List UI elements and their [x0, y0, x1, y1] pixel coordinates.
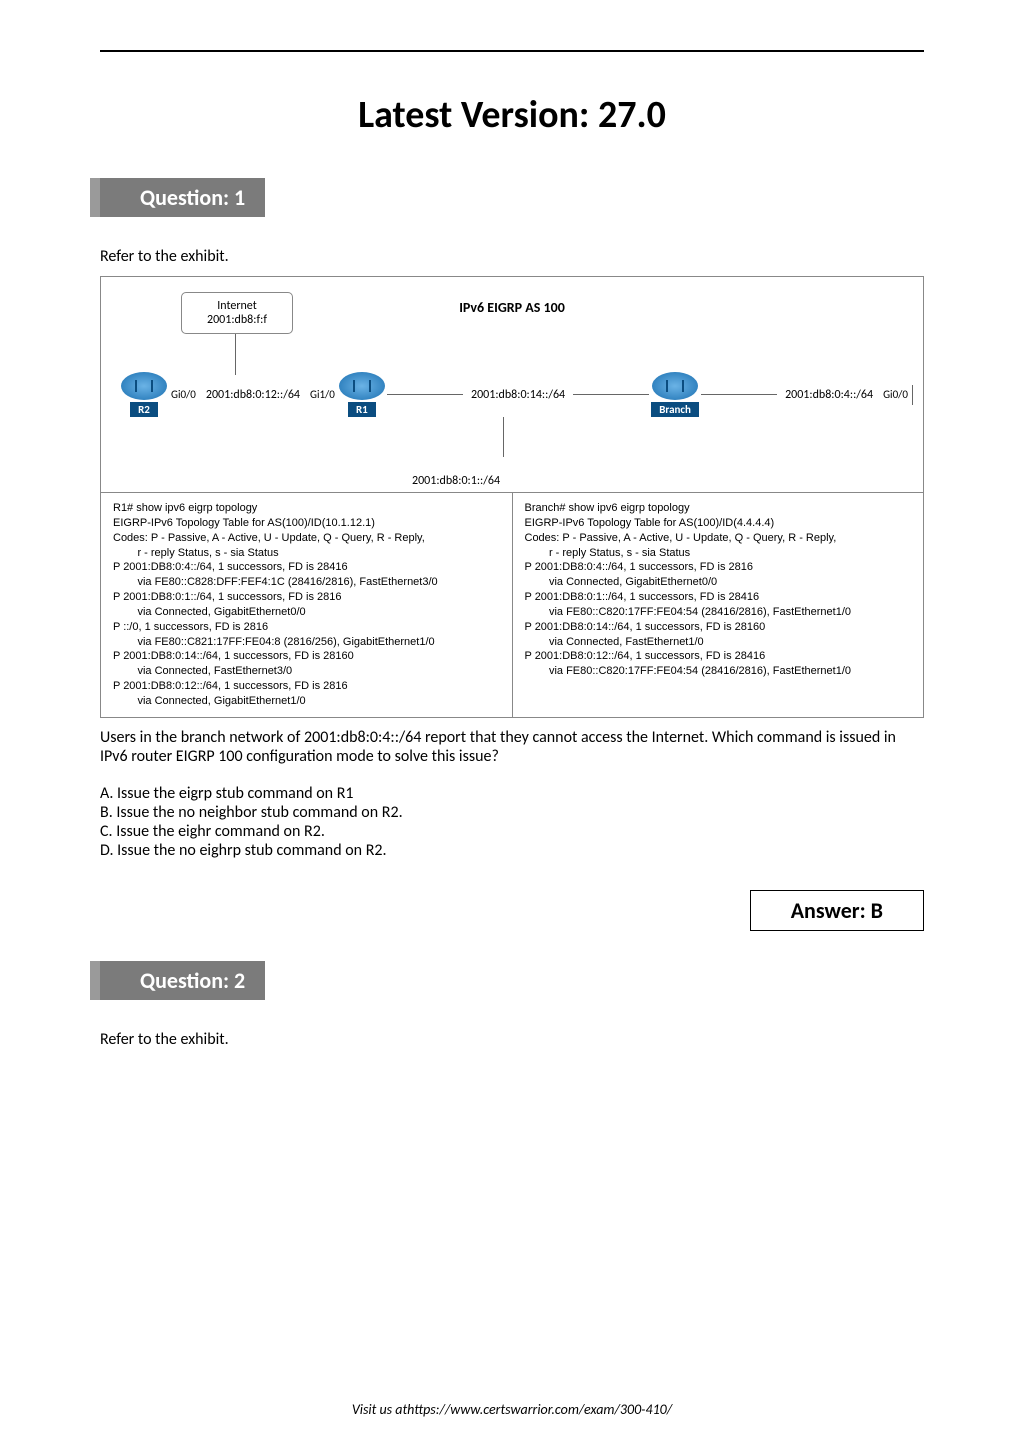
internet-box: Internet 2001:db8:f:f — [181, 292, 293, 334]
link-line — [387, 394, 463, 395]
net-r1-branch: 2001:db8:0:14::/64 — [471, 388, 565, 402]
branch-if-right: Gi0/0 — [883, 388, 908, 401]
q1-options: A. Issue the eigrp stub command on R1 B.… — [100, 784, 924, 860]
router-icon — [652, 372, 698, 400]
link-line — [701, 394, 777, 395]
q1-intro: Refer to the exhibit. — [100, 247, 924, 266]
cli-line: P 2001:DB8:0:1::/64, 1 successors, FD is… — [525, 590, 912, 605]
option-b: B. Issue the no neighbor stub command on… — [100, 803, 924, 822]
cli-line: P 2001:DB8:0:1::/64, 1 successors, FD is… — [113, 590, 500, 605]
cli-line: via FE80::C820:17FF:FE04:54 (28416/2816)… — [525, 605, 912, 620]
question-1-header: Question: 1 — [90, 178, 265, 217]
cli-right: Branch# show ipv6 eigrp topology EIGRP-I… — [512, 493, 924, 717]
question-2-header: Question: 2 — [90, 961, 265, 1000]
cli-line: Branch# show ipv6 eigrp topology — [525, 501, 912, 516]
cli-line: Codes: P - Passive, A - Active, U - Upda… — [113, 531, 500, 546]
cli-line: R1# show ipv6 eigrp topology — [113, 501, 500, 516]
net-branch-right: 2001:db8:0:4::/64 — [785, 388, 873, 402]
router-r1: R1 — [339, 372, 385, 417]
internet-addr: 2001:db8:f:f — [207, 313, 267, 327]
cli-line: r - reply Status, s - sia Status — [525, 546, 912, 561]
router-icon — [339, 372, 385, 400]
cli-line: via FE80::C828:DFF:FEF4:1C (28416/2816),… — [113, 575, 500, 590]
q1-answer: Answer: B — [750, 890, 924, 931]
q2-intro: Refer to the exhibit. — [100, 1030, 924, 1049]
cli-line: via FE80::C821:17FF:FE04:8 (2816/256), G… — [113, 635, 500, 650]
cli-line: via Connected, GigabitEthernet1/0 — [113, 694, 500, 709]
cli-line: P ::/0, 1 successors, FD is 2816 — [113, 620, 500, 635]
cli-line: P 2001:DB8:0:14::/64, 1 successors, FD i… — [525, 620, 912, 635]
top-rule — [100, 50, 924, 52]
net-below-r1: 2001:db8:0:1::/64 — [412, 474, 500, 488]
cli-line: P 2001:DB8:0:12::/64, 1 successors, FD i… — [113, 679, 500, 694]
link-line — [573, 394, 649, 395]
cli-line: r - reply Status, s - sia Status — [113, 546, 500, 561]
cli-line: P 2001:DB8:0:4::/64, 1 successors, FD is… — [525, 560, 912, 575]
option-c: C. Issue the eighr command on R2. — [100, 822, 924, 841]
link-r1-down — [503, 417, 504, 457]
q1-exhibit: Internet 2001:db8:f:f IPv6 EIGRP AS 100 … — [100, 276, 924, 718]
router-row: R2 Gi0/0 2001:db8:0:12::/64 Gi1/0 R1 200… — [121, 372, 913, 417]
r2-if-right: Gi0/0 — [171, 388, 196, 401]
router-r1-label: R1 — [348, 402, 376, 417]
cli-left: R1# show ipv6 eigrp topology EIGRP-IPv6 … — [101, 493, 512, 717]
internet-label: Internet — [207, 299, 267, 313]
cli-line: EIGRP-IPv6 Topology Table for AS(100)/ID… — [525, 516, 912, 531]
page-footer: Visit us athttps://www.certswarrior.com/… — [0, 1401, 1024, 1418]
as-title: IPv6 EIGRP AS 100 — [459, 299, 565, 316]
net-r2-r1: 2001:db8:0:12::/64 — [206, 388, 300, 402]
cli-line: EIGRP-IPv6 Topology Table for AS(100)/ID… — [113, 516, 500, 531]
cli-line: via Connected, FastEthernet3/0 — [113, 664, 500, 679]
exhibit-cli: R1# show ipv6 eigrp topology EIGRP-IPv6 … — [101, 493, 923, 717]
cli-line: P 2001:DB8:0:14::/64, 1 successors, FD i… — [113, 649, 500, 664]
cli-line: via Connected, GigabitEthernet0/0 — [525, 575, 912, 590]
option-a: A. Issue the eigrp stub command on R1 — [100, 784, 924, 803]
option-d: D. Issue the no eighrp stub command on R… — [100, 841, 924, 860]
page: Latest Version: 27.0 Question: 1 Refer t… — [0, 0, 1024, 1448]
cli-line: P 2001:DB8:0:4::/64, 1 successors, FD is… — [113, 560, 500, 575]
cli-line: via Connected, GigabitEthernet0/0 — [113, 605, 500, 620]
version-title: Latest Version: 27.0 — [100, 92, 924, 138]
router-icon — [121, 372, 167, 400]
cli-line: via Connected, FastEthernet1/0 — [525, 635, 912, 650]
router-branch-label: Branch — [651, 402, 699, 417]
exhibit-topology: Internet 2001:db8:f:f IPv6 EIGRP AS 100 … — [101, 277, 923, 493]
router-branch: Branch — [651, 372, 699, 417]
q1-question-text: Users in the branch network of 2001:db8:… — [100, 728, 924, 766]
cli-line: via FE80::C820:17FF:FE04:54 (28416/2816)… — [525, 664, 912, 679]
cli-line: P 2001:DB8:0:12::/64, 1 successors, FD i… — [525, 649, 912, 664]
router-r2: R2 — [121, 372, 167, 417]
router-r2-label: R2 — [130, 402, 158, 417]
link-stub — [912, 385, 913, 405]
r1-if-left: Gi1/0 — [310, 388, 335, 401]
cli-line: Codes: P - Passive, A - Active, U - Upda… — [525, 531, 912, 546]
